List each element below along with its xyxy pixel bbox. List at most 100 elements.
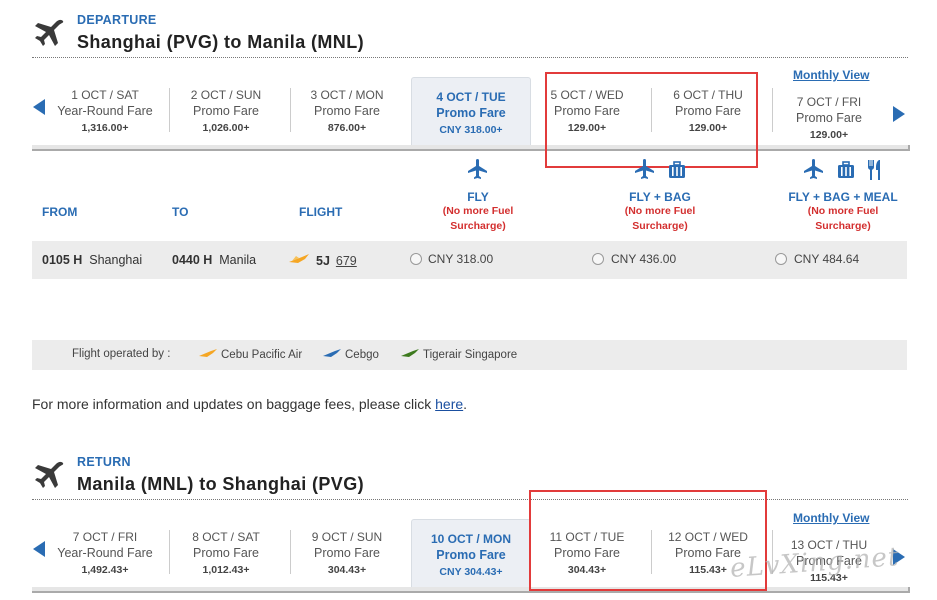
departure-label: DEPARTURE	[77, 13, 157, 27]
date-carousel-scrollbar[interactable]	[32, 145, 910, 151]
fare-radio-fly-bag[interactable]	[592, 253, 604, 265]
price-label: 876.00+	[327, 122, 367, 134]
carrier-code: 5J	[316, 253, 330, 268]
fare-type-note: (No more Fuel	[807, 205, 879, 217]
price-label: 129.00+	[809, 129, 849, 141]
departure-plane-icon	[32, 18, 66, 52]
fare-label: Promo Fare	[314, 546, 380, 560]
chevron-left-icon[interactable]	[33, 541, 45, 557]
arrival-time: 0440 H	[172, 253, 213, 267]
date-label: 4 OCT / TUE	[436, 90, 506, 104]
column-header-from: FROM	[42, 205, 78, 219]
arrival-time-cell: 0440 H Manila	[172, 253, 256, 267]
baggage-info-text: For more information and updates on bagg…	[32, 396, 467, 412]
return-plane-icon	[32, 460, 66, 494]
chevron-right-icon[interactable]	[893, 106, 905, 122]
fare-label: Promo Fare	[436, 106, 506, 120]
date-label: 9 OCT / SUN	[311, 530, 383, 544]
date-label: 2 OCT / SUN	[190, 88, 262, 102]
column-header-to: TO	[172, 205, 189, 219]
date-label: 7 OCT / FRI	[796, 95, 862, 109]
fare-radio-fly[interactable]	[410, 253, 422, 265]
date-option-selected[interactable]: 10 OCT / MON Promo Fare CNY 304.43+	[411, 519, 531, 587]
divider	[32, 499, 908, 500]
price-label: 1,026.00+	[202, 122, 250, 134]
airplane-icon	[633, 157, 657, 186]
fare-type-fly-bag: FLY + BAG (No more Fuel Surcharge)	[585, 157, 735, 234]
airline-cebu-pacific: Cebu Pacific Air	[198, 348, 302, 361]
airline-name: Cebu Pacific Air	[221, 348, 303, 361]
date-option[interactable]: 7 OCT / FRI Year-Round Fare 1,492.43+	[45, 529, 165, 589]
luggage-icon	[836, 161, 856, 186]
operated-by-bar: Flight operated by : Cebu Pacific Air Ce…	[32, 340, 907, 370]
date-option[interactable]: 2 OCT / SUN Promo Fare 1,026.00+	[166, 87, 286, 147]
fare-label: Promo Fare	[436, 548, 506, 562]
price-label: CNY 304.43+	[439, 566, 503, 578]
airplane-tail-icon	[288, 253, 310, 268]
departure-time: 0105 H	[42, 253, 83, 267]
airplane-tail-icon	[322, 348, 342, 361]
fare-label: Promo Fare	[796, 111, 862, 125]
date-label: 10 OCT / MON	[430, 532, 511, 546]
price-label: 304.43+	[327, 564, 367, 576]
fare-price: CNY 436.00	[611, 252, 677, 266]
airplane-tail-icon	[400, 348, 420, 361]
date-option[interactable]: 1 OCT / SAT Year-Round Fare 1,316.00+	[45, 87, 165, 147]
fare-type-note: (No more Fuel	[624, 205, 696, 217]
meal-icon	[866, 159, 884, 186]
fare-label: Promo Fare	[193, 546, 259, 560]
price-label: 1,316.00+	[81, 122, 129, 134]
arrival-city: Manila	[219, 253, 257, 267]
fare-label: Promo Fare	[314, 104, 380, 118]
airline-tigerair: Tigerair Singapore	[400, 348, 517, 361]
return-label: RETURN	[77, 455, 131, 469]
column-header-flight: FLIGHT	[299, 205, 343, 219]
date-label: 8 OCT / SAT	[192, 530, 260, 544]
baggage-info-link[interactable]: here	[435, 396, 463, 412]
fare-type-note: Surcharge)	[450, 220, 506, 232]
flight-row: 0105 H Shanghai 0440 H Manila 5J 679 CNY…	[32, 241, 907, 279]
fare-type-name: FLY	[467, 190, 489, 204]
departure-route-title: Shanghai (PVG) to Manila (MNL)	[77, 32, 364, 52]
date-option[interactable]: 9 OCT / SUN Promo Fare 304.43+	[287, 529, 407, 589]
fare-label: Year-Round Fare	[57, 104, 153, 118]
luggage-icon	[667, 161, 687, 186]
fare-type-name: FLY + BAG	[629, 190, 691, 204]
flight-number-link[interactable]: 679	[336, 254, 357, 268]
fare-radio-fly-bag-meal[interactable]	[775, 253, 787, 265]
price-label: 1,492.43+	[81, 564, 129, 576]
departure-city: Shanghai	[89, 253, 143, 267]
info-text-end: .	[463, 396, 468, 412]
departure-time-cell: 0105 H Shanghai	[42, 253, 142, 267]
fare-type-fly: FLY (No more Fuel Surcharge)	[403, 159, 553, 234]
airplane-icon	[802, 157, 826, 186]
fare-label: Year-Round Fare	[57, 546, 153, 560]
fare-price: CNY 318.00	[428, 252, 494, 266]
fare-type-note: Surcharge)	[632, 220, 688, 232]
price-label: 1,012.43+	[202, 564, 250, 576]
airline-name: Tigerair Singapore	[423, 348, 518, 361]
date-label: 7 OCT / FRI	[72, 530, 138, 544]
fare-type-note: Surcharge)	[815, 220, 871, 232]
divider	[32, 57, 908, 58]
date-carousel-scrollbar[interactable]	[32, 587, 910, 593]
airplane-tail-icon	[198, 348, 218, 361]
airline-name: Cebgo	[345, 348, 379, 361]
fare-type-fly-bag-meal: FLY + BAG + MEAL (No more Fuel Surcharge…	[768, 157, 918, 234]
fare-type-note: (No more Fuel	[442, 205, 514, 217]
fare-price: CNY 484.64	[794, 252, 860, 266]
fare-type-name: FLY + BAG + MEAL	[788, 190, 898, 204]
date-option[interactable]: 3 OCT / MON Promo Fare 876.00+	[287, 87, 407, 147]
price-label: CNY 318.00+	[439, 124, 503, 136]
departure-monthly-view-link[interactable]: Monthly View	[793, 68, 907, 82]
date-option-selected[interactable]: 4 OCT / TUE Promo Fare CNY 318.00+	[411, 77, 531, 145]
chevron-left-icon[interactable]	[33, 99, 45, 115]
return-route-title: Manila (MNL) to Shanghai (PVG)	[77, 474, 364, 494]
fare-label: Promo Fare	[193, 104, 259, 118]
return-monthly-view-link[interactable]: Monthly View	[793, 511, 907, 525]
highlight-box	[545, 72, 758, 168]
date-option[interactable]: 8 OCT / SAT Promo Fare 1,012.43+	[166, 529, 286, 589]
info-text: For more information and updates on bagg…	[32, 396, 436, 412]
flight-number-cell: 5J 679	[288, 253, 357, 268]
airline-cebgo: Cebgo	[322, 348, 379, 361]
